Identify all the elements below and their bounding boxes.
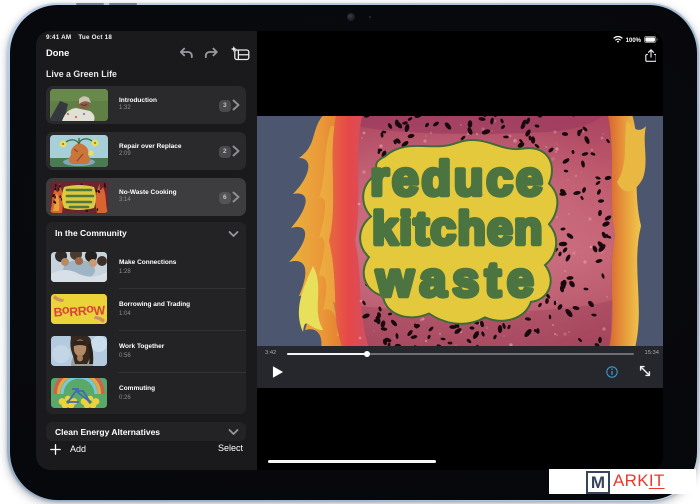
svg-text:kitchen: kitchen (372, 202, 544, 254)
svg-text:reduce: reduce (370, 153, 545, 206)
svg-text:waste: waste (375, 254, 539, 307)
